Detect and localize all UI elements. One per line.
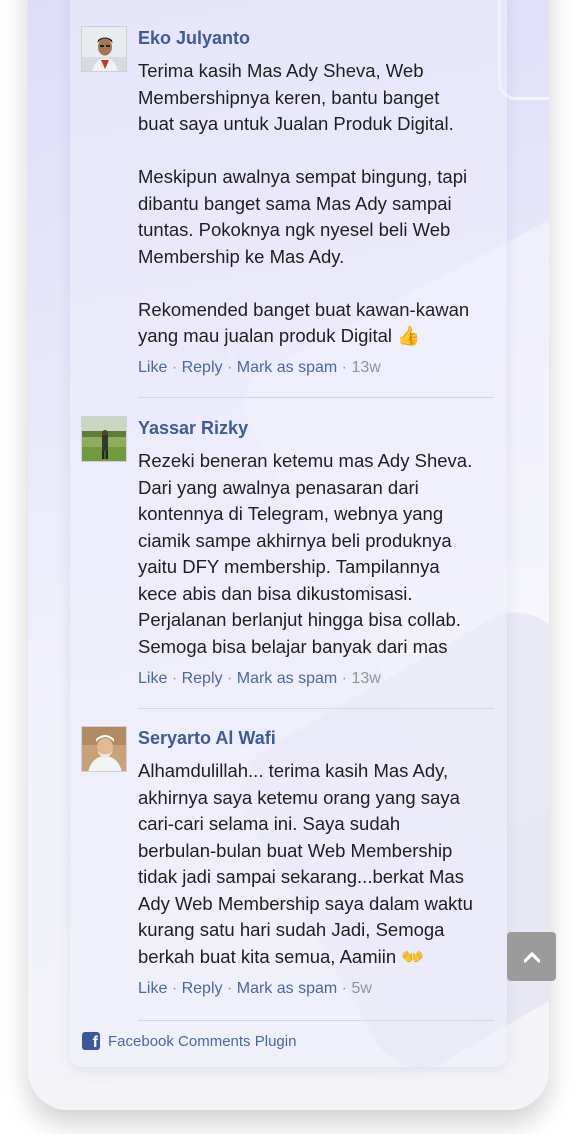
comment-line: Semoga bisa belajar banyak dari mas <box>138 635 448 657</box>
separator: · <box>226 359 237 376</box>
comment-actions: Like · Reply · Mark as spam · 13w <box>138 670 381 688</box>
comment-timestamp[interactable]: 13w <box>351 359 380 376</box>
like-link[interactable]: Like <box>138 980 167 997</box>
comment-timestamp[interactable]: 5w <box>351 980 371 997</box>
comment-line: tidak jadi sampai sekarang...berkat Mas <box>138 866 464 887</box>
comment-line: cari-cari selama ini. Saya sudah <box>138 813 401 834</box>
comment-actions: Like · Reply · Mark as spam · 13w <box>138 359 381 377</box>
facebook-comments-plugin-link[interactable]: f Facebook Comments Plugin <box>82 1032 296 1051</box>
comment-line: Rekomended banget buat kawan-kawan <box>138 298 470 320</box>
like-link[interactable]: Like <box>138 359 167 376</box>
mark-as-spam-link[interactable]: Mark as spam <box>237 670 337 687</box>
separator: · <box>341 670 352 687</box>
avatar[interactable] <box>81 726 127 772</box>
separator: · <box>341 359 352 376</box>
avatar[interactable] <box>81 26 127 72</box>
comment-line: Rezeki beneran ketemu mas Ady Sheva. <box>138 450 473 471</box>
avatar[interactable] <box>81 416 127 462</box>
facebook-icon: f <box>82 1032 100 1051</box>
comment-body: Rezeki beneran ketemu mas Ady Sheva. Dar… <box>138 448 498 660</box>
chevron-up-icon <box>523 951 540 963</box>
comment-line: Ady Web Membership saya dalam waktu <box>138 892 473 914</box>
mark-as-spam-link[interactable]: Mark as spam <box>237 359 337 376</box>
plugin-label[interactable]: Facebook Comments Plugin <box>108 1033 296 1050</box>
comment-line: berbulan-bulan buat Web Membership <box>138 839 453 861</box>
mark-as-spam-link[interactable]: Mark as spam <box>237 980 337 997</box>
comment-body: Terima kasih Mas Ady Sheva, Web Membersh… <box>138 58 498 350</box>
comment-line: Dari yang awalnya penasaran dari <box>138 476 419 498</box>
comment-line: Membership ke Mas Ady. <box>138 245 345 267</box>
comment-line: tuntas. Pokoknya ngk nyesel beli Web <box>138 219 451 240</box>
comment-divider <box>138 708 494 709</box>
comment-line: Membershipnya keren, bantu banget <box>138 86 440 108</box>
comment-body: Alhamdulillah... terima kasih Mas Ady, a… <box>138 758 498 970</box>
separator: · <box>171 980 182 997</box>
reply-link[interactable]: Reply <box>182 980 223 997</box>
comment-divider <box>138 397 494 398</box>
comment-line: buat saya untuk Jualan Produk Digital. <box>138 113 454 134</box>
reply-link[interactable]: Reply <box>182 359 223 376</box>
comment-line: Terima kasih Mas Ady Sheva, Web <box>138 60 424 81</box>
comment-line: dibantu banget sama Mas Ady sampai <box>138 192 452 214</box>
comment-line: yang mau jualan produk Digital 👍 <box>138 325 421 346</box>
comment-line: Alhamdulillah... terima kasih Mas Ady, <box>138 760 449 781</box>
scroll-to-top-button[interactable] <box>507 932 556 981</box>
reply-link[interactable]: Reply <box>182 670 223 687</box>
comment-author[interactable]: Seryarto Al Wafi <box>138 728 276 749</box>
comment-line: Perjalanan berlanjut hingga bisa collab. <box>138 609 461 630</box>
separator: · <box>341 980 352 997</box>
comment-line: yaitu DFY membership. Tampilannya <box>138 556 440 577</box>
comment-line: akhirnya saya ketemu orang yang saya <box>138 786 460 808</box>
comment-line: Meskipun awalnya sempat bingung, tapi <box>138 166 468 187</box>
comment-line: kontennya di Telegram, webnya yang <box>138 503 444 524</box>
comment-line: ciamik sampe akhirnya beli produknya <box>138 529 452 551</box>
separator: · <box>171 670 182 687</box>
like-link[interactable]: Like <box>138 670 167 687</box>
separator: · <box>226 980 237 997</box>
comment-line: kece abis dan bisa dikustomisasi. <box>138 582 413 604</box>
comment-actions: Like · Reply · Mark as spam · 5w <box>138 980 372 998</box>
comment-author[interactable]: Yassar Rizky <box>138 418 248 439</box>
comment-timestamp[interactable]: 13w <box>351 670 380 687</box>
comment-divider <box>138 1020 494 1021</box>
comment-author[interactable]: Eko Julyanto <box>138 28 250 49</box>
comment-line: kurang satu hari sudah Jadi, Semoga <box>138 919 445 940</box>
separator: · <box>226 670 237 687</box>
separator: · <box>171 359 182 376</box>
comment-line: berkah buat kita semua, Aamiin 👐 <box>138 945 425 967</box>
